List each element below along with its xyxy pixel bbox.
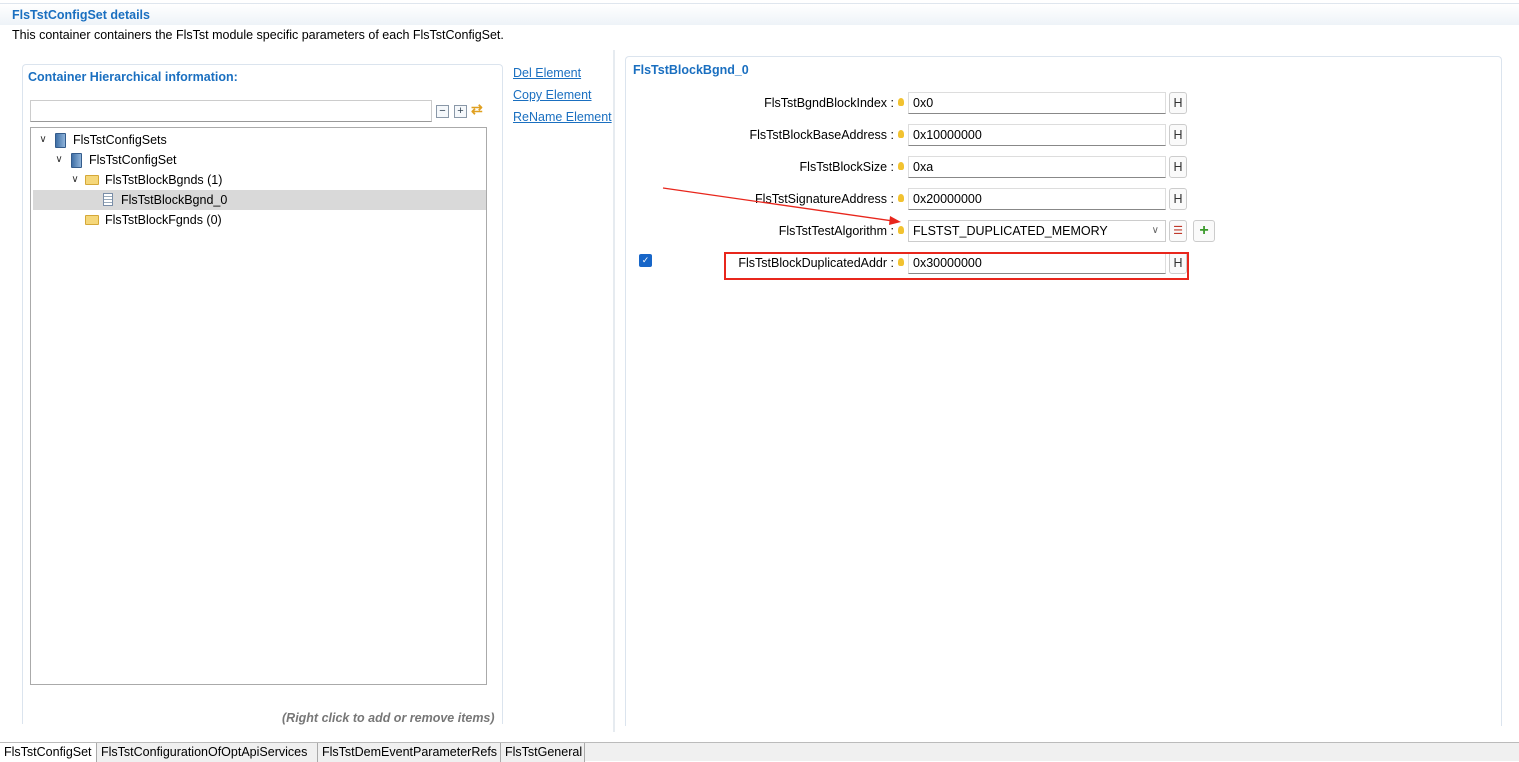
tab-general[interactable]: FlsTstGeneral [501, 743, 585, 762]
editor-tabs: FlsTstConfigSet FlsTstConfigurationOfOpt… [0, 742, 1519, 761]
tab-configset[interactable]: FlsTstConfigSet [0, 743, 97, 762]
annotation-arrow [0, 0, 1519, 761]
tab-dem-event-refs[interactable]: FlsTstDemEventParameterRefs [318, 743, 501, 762]
tab-opt-api-services[interactable]: FlsTstConfigurationOfOptApiServices [97, 743, 318, 762]
